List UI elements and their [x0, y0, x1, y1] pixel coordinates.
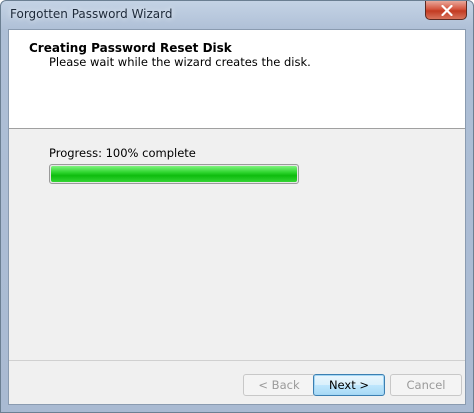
cancel-button[interactable]: Cancel [390, 374, 462, 396]
header-subtitle: Please wait while the wizard creates the… [49, 55, 311, 69]
title-bar[interactable]: Forgotten Password Wizard [1, 1, 473, 29]
progress-label: Progress: 100% complete [49, 146, 196, 160]
wizard-client-area: Creating Password Reset Disk Please wait… [8, 29, 466, 405]
back-button[interactable]: < Back [243, 374, 315, 396]
next-button[interactable]: Next > [313, 374, 385, 396]
wizard-header: Creating Password Reset Disk Please wait… [9, 30, 465, 129]
header-title: Creating Password Reset Disk [29, 41, 232, 55]
window-title: Forgotten Password Wizard [10, 7, 173, 21]
footer-divider [9, 360, 465, 361]
close-button[interactable] [425, 1, 467, 20]
progress-bar [49, 164, 299, 184]
wizard-window: Forgotten Password Wizard Creating Passw… [0, 0, 474, 413]
close-icon [441, 5, 453, 16]
progress-bar-fill [51, 166, 297, 182]
